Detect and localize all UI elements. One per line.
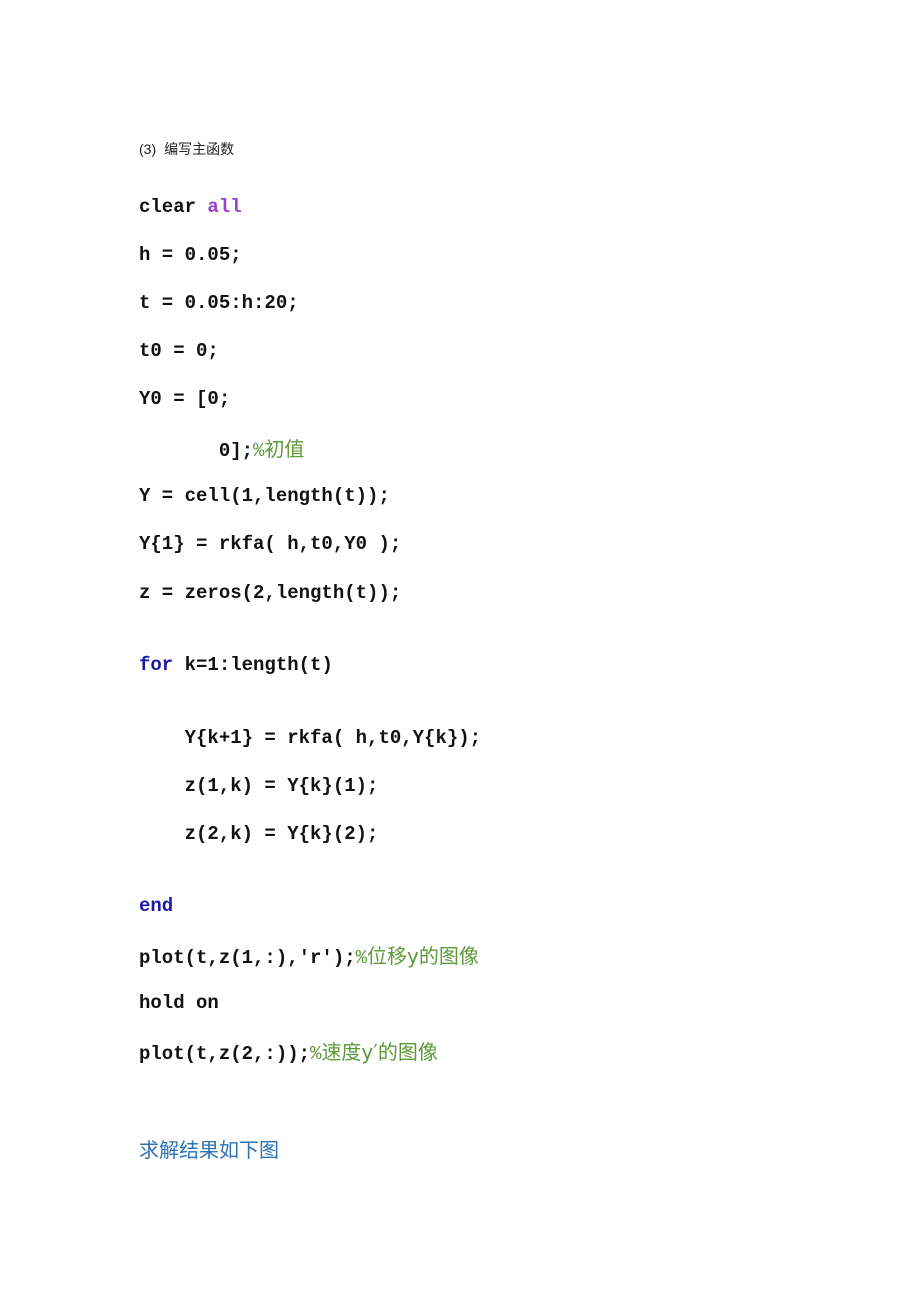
code-line: t0 = 0; (139, 340, 219, 362)
keyword-all: all (207, 196, 242, 218)
code-line: z(2,k) = Y{k}(2); (139, 823, 379, 845)
code-line: plot(t,z(2,:));%速度y′的图像 (139, 1040, 438, 1065)
code-line: Y = cell(1,length(t)); (139, 485, 390, 507)
keyword-for: for (139, 654, 174, 676)
code-line: z(1,k) = Y{k}(1); (139, 775, 379, 797)
code-line: Y{k+1} = rkfa( h,t0,Y{k}); (139, 727, 482, 749)
code-line: 0];%初值 (139, 437, 305, 462)
code-line: t = 0.05:h:20; (139, 292, 299, 314)
code-line: Y0 = [0; (139, 388, 231, 410)
result-heading: 求解结果如下图 (139, 1138, 279, 1162)
code-line: end (139, 894, 173, 918)
code-line: Y{1} = rkfa( h,t0,Y0 ); (139, 533, 402, 555)
code-line: clear all (139, 196, 242, 218)
section-title: 编写主函数 (164, 142, 235, 158)
code-comment: 位移y的图像 (367, 944, 479, 968)
code-line: h = 0.05; (139, 244, 242, 266)
code-line: for k=1:length(t) (139, 654, 333, 676)
code-line: z = zeros(2,length(t)); (139, 582, 402, 604)
section-number: (3) (139, 141, 157, 157)
code-comment: 速度y′的图像 (321, 1040, 438, 1064)
code-line: plot(t,z(1,:),'r');%位移y的图像 (139, 944, 479, 969)
code-comment: 初值 (264, 437, 305, 461)
keyword-end: end (139, 895, 174, 917)
section-heading: (3) 编写主函数 (139, 139, 234, 159)
code-line: hold on (139, 992, 219, 1014)
